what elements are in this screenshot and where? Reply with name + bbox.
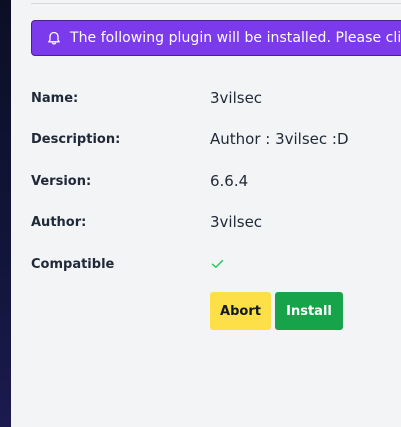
field-value-description: Author : 3vilsec :D xyxy=(210,130,349,148)
field-label-name: Name: xyxy=(31,90,79,106)
field-label-description: Description: xyxy=(31,131,121,147)
field-row-compatible: Compatible xyxy=(31,252,401,276)
action-buttons: Abort Install xyxy=(210,292,343,330)
field-row-version: Version: 6.6.4 xyxy=(31,169,401,193)
field-row-description: Description: Author : 3vilsec :D xyxy=(31,127,401,151)
field-value-author: 3vilsec xyxy=(210,213,263,231)
field-value-version: 6.6.4 xyxy=(210,172,249,190)
field-label-author: Author: xyxy=(31,214,87,230)
top-divider xyxy=(31,3,401,4)
field-label-compatible: Compatible xyxy=(31,256,115,272)
install-info-alert: The following plugin will be installed. … xyxy=(31,20,401,56)
field-row-author: Author: 3vilsec xyxy=(31,210,401,234)
field-label-version: Version: xyxy=(31,173,92,189)
alert-message: The following plugin will be installed. … xyxy=(70,30,401,46)
bell-icon xyxy=(46,30,62,46)
field-value-name: 3vilsec xyxy=(210,89,263,107)
plugin-install-panel: The following plugin will be installed. … xyxy=(11,0,401,427)
abort-button[interactable]: Abort xyxy=(210,292,271,330)
check-icon xyxy=(210,257,224,271)
install-button[interactable]: Install xyxy=(275,292,343,330)
field-row-name: Name: 3vilsec xyxy=(31,86,401,110)
